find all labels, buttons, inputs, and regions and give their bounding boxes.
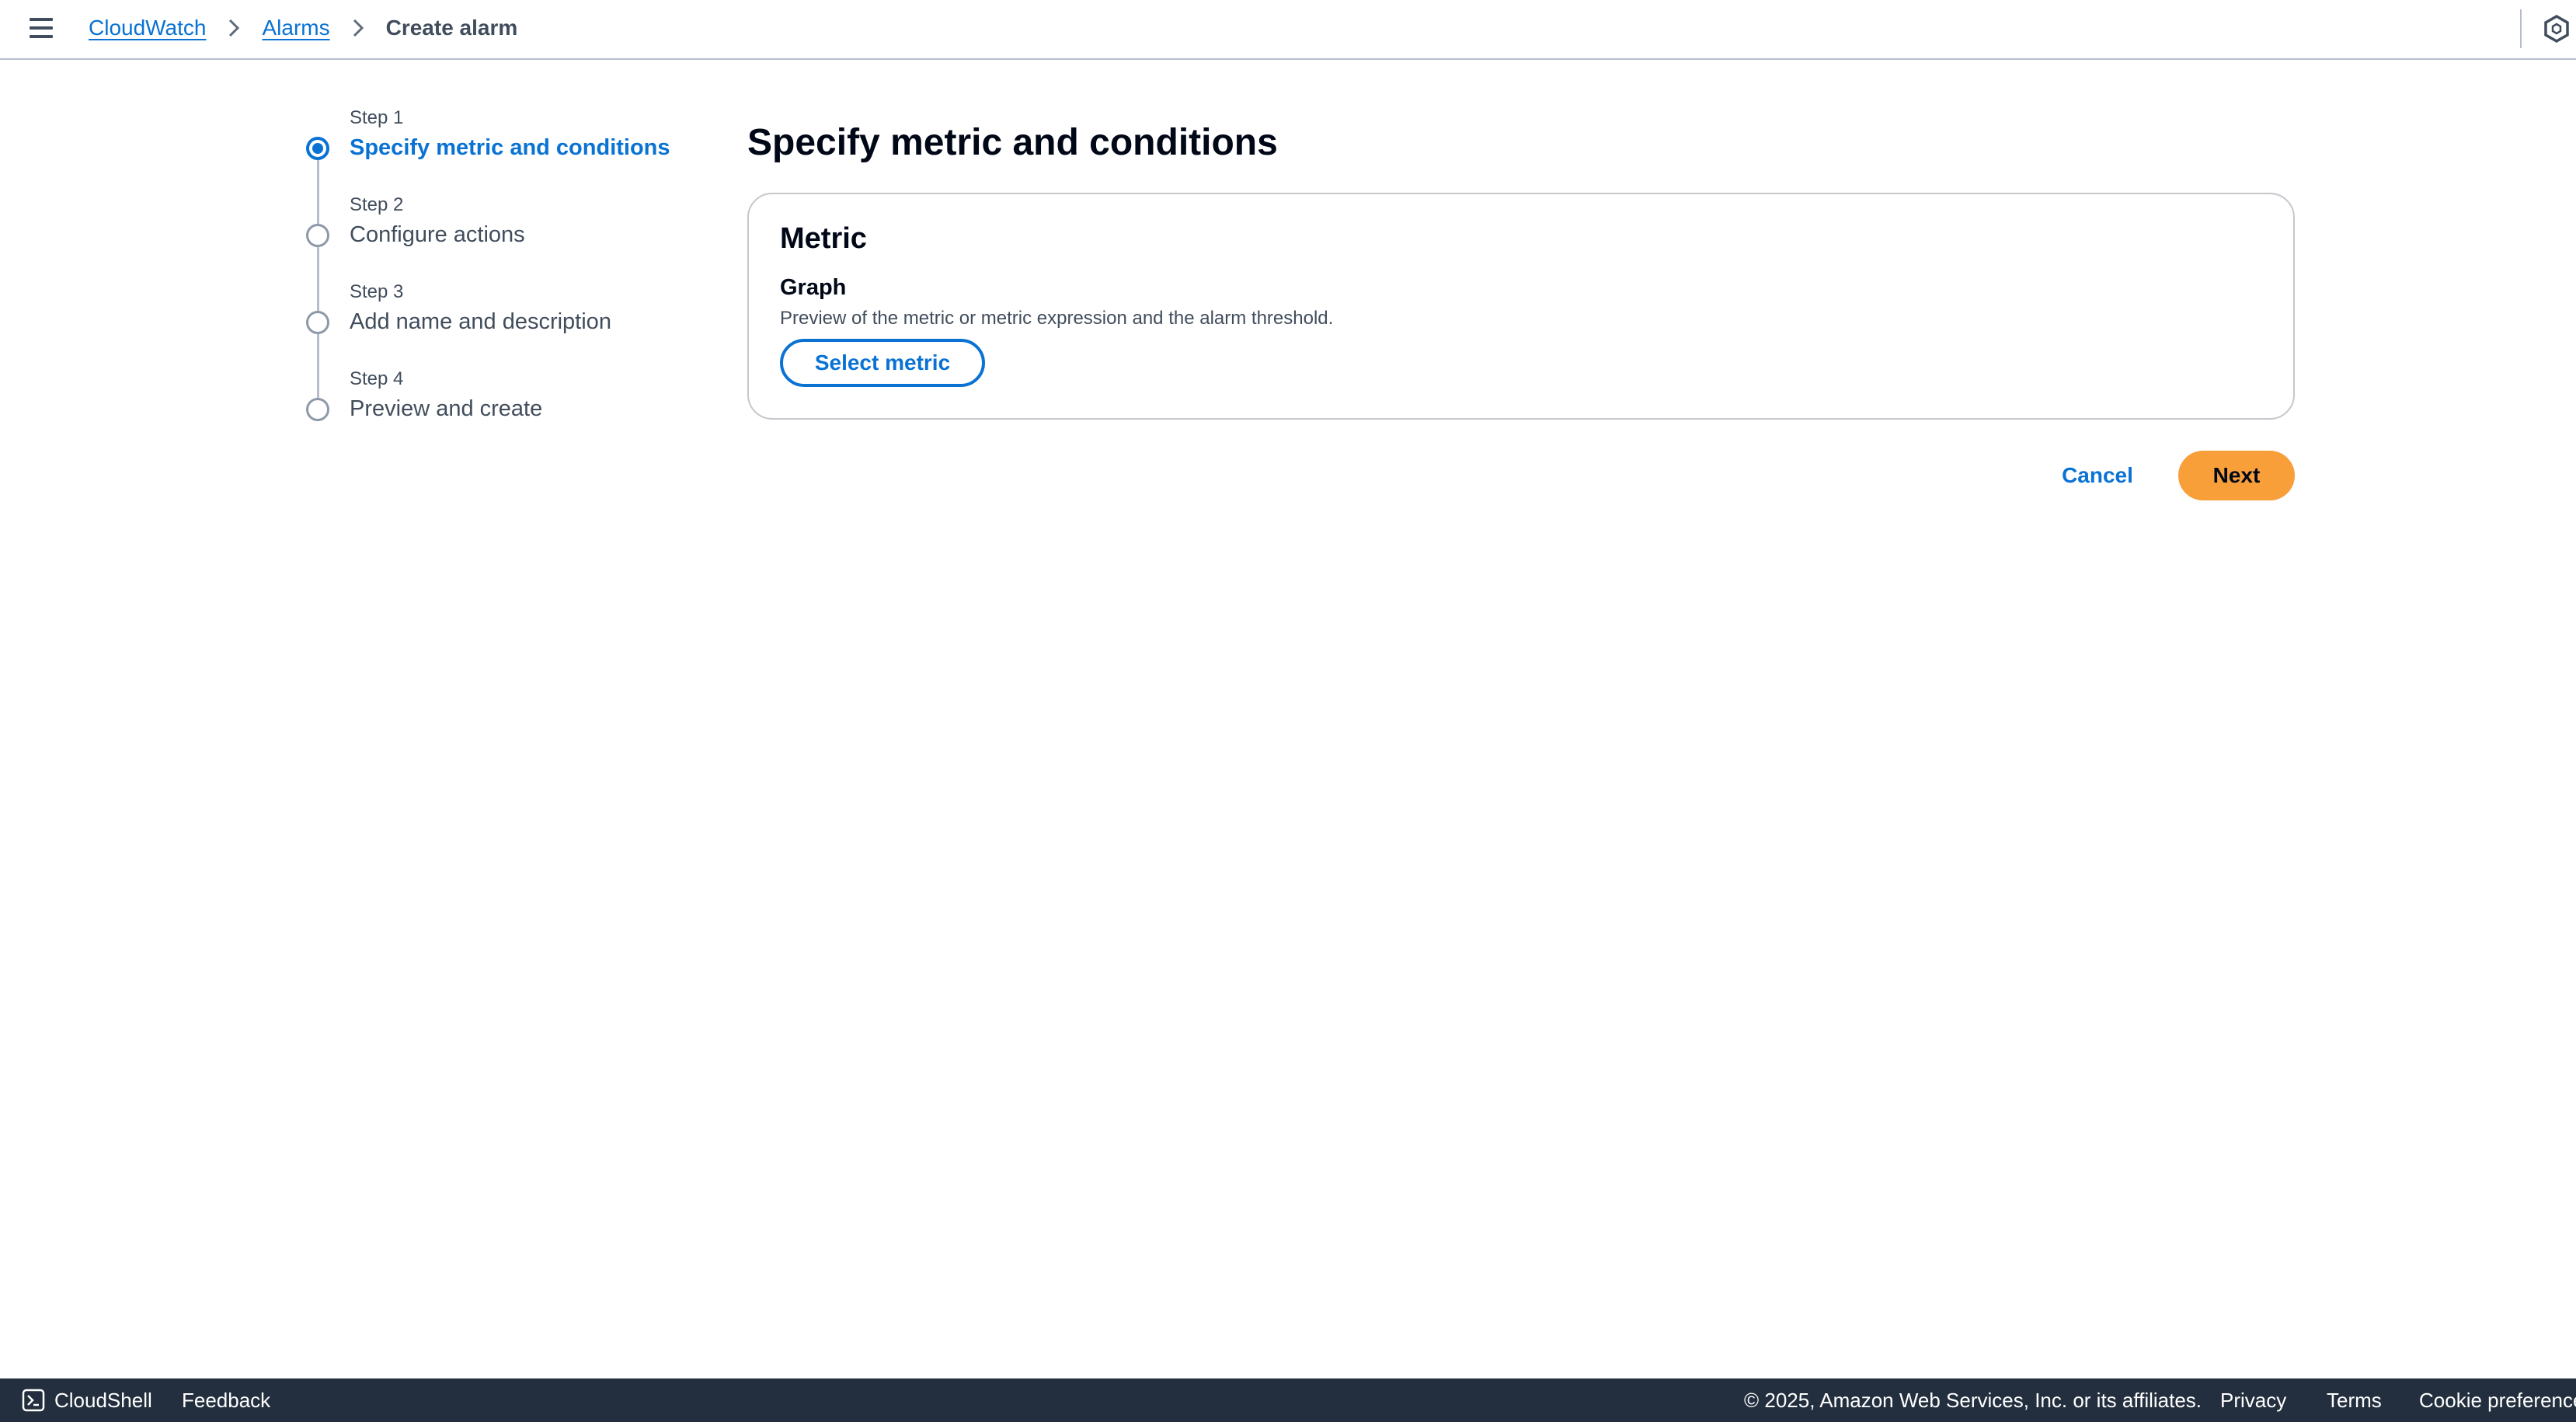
wizard-steps-nav: Step 1 Specify metric and conditions Ste…: [303, 104, 707, 452]
graph-label: Graph: [780, 275, 847, 300]
breadcrumb-current: Create alarm: [385, 16, 518, 40]
step-title-configure-actions: Configure actions: [350, 222, 525, 247]
wizard-step-2: Step 2 Configure actions: [303, 191, 707, 311]
hamburger-menu-icon[interactable]: [30, 14, 57, 42]
step-title-specify-metric[interactable]: Specify metric and conditions: [350, 135, 670, 161]
step-connector: [317, 160, 319, 224]
select-metric-button[interactable]: Select metric: [780, 339, 985, 387]
privacy-link[interactable]: Privacy: [2220, 1378, 2286, 1422]
step-number: Step 4: [350, 368, 404, 389]
page-title: Specify metric and conditions: [747, 122, 1278, 163]
top-navigation-bar: CloudWatch Alarms Create alarm: [0, 0, 2576, 60]
step-number: Step 1: [350, 107, 404, 128]
wizard-step-4: Step 4 Preview and create: [303, 365, 707, 452]
chevron-right-icon: [330, 17, 386, 39]
top-bar-divider: [2520, 9, 2522, 48]
wizard-step-3: Step 3 Add name and description: [303, 278, 707, 398]
chevron-right-icon: [206, 17, 262, 39]
metric-card-title: Metric: [780, 222, 867, 255]
footer: CloudShell Feedback © 2025, Amazon Web S…: [0, 1378, 2576, 1422]
feedback-link[interactable]: Feedback: [182, 1378, 270, 1422]
metric-container: Metric Graph Preview of the metric or me…: [747, 193, 2295, 420]
step-indicator-icon: [306, 224, 329, 247]
graph-description: Preview of the metric or metric expressi…: [780, 308, 1334, 329]
terminal-icon: [22, 1389, 45, 1412]
terms-link[interactable]: Terms: [2327, 1378, 2382, 1422]
wizard-step-1: Step 1 Specify metric and conditions: [303, 104, 707, 224]
cookie-preferences-link[interactable]: Cookie preferences: [2419, 1378, 2576, 1422]
breadcrumb: CloudWatch Alarms Create alarm: [89, 11, 517, 45]
breadcrumb-link-cloudwatch[interactable]: CloudWatch: [89, 16, 206, 40]
cloudshell-link[interactable]: CloudShell: [22, 1378, 152, 1422]
step-number: Step 2: [350, 194, 404, 215]
step-active-indicator-icon: [306, 137, 329, 160]
step-title-add-name: Add name and description: [350, 309, 611, 334]
cancel-button[interactable]: Cancel: [2045, 451, 2150, 500]
step-connector: [317, 247, 319, 311]
step-number: Step 3: [350, 281, 404, 302]
step-title-preview-create: Preview and create: [350, 396, 543, 421]
next-button[interactable]: Next: [2178, 451, 2295, 500]
cloudshell-label: CloudShell: [54, 1388, 152, 1412]
step-indicator-icon: [306, 398, 329, 421]
step-connector: [317, 334, 319, 398]
hexagon-icon[interactable]: [2542, 14, 2571, 44]
breadcrumb-link-alarms[interactable]: Alarms: [262, 16, 329, 40]
copyright-text: © 2025, Amazon Web Services, Inc. or its…: [1744, 1388, 2202, 1412]
step-indicator-icon: [306, 311, 329, 334]
